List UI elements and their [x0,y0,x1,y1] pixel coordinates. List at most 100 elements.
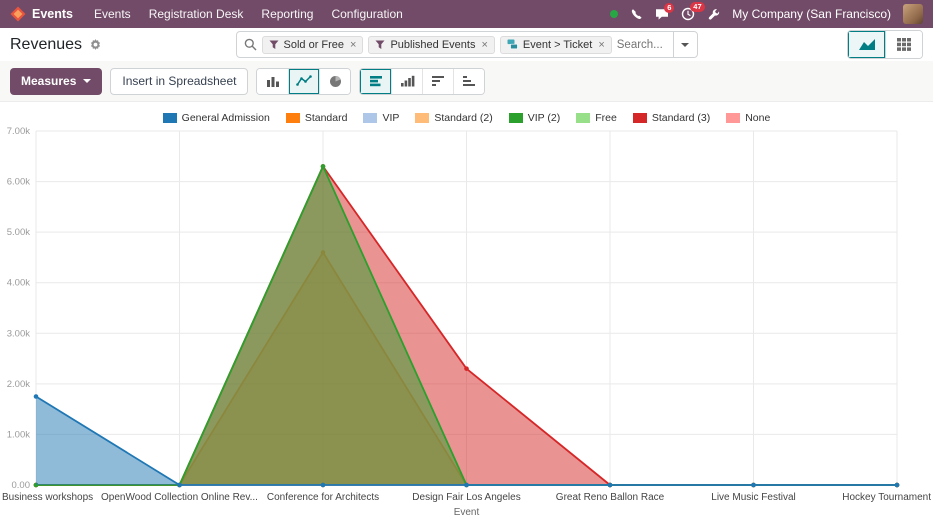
facet-label: Sold or Free [284,39,345,51]
pie-chart-icon [329,75,342,88]
y-axis-tick: 2.00k [7,379,30,390]
group-by-icon [507,39,518,50]
facet-remove-icon[interactable]: × [350,39,356,51]
pivot-view-button[interactable] [885,31,922,58]
legend-label: Free [595,112,617,124]
legend-item[interactable]: None [726,112,770,124]
legend-label: General Admission [182,112,270,124]
search-facet-filter[interactable]: Published Events × [368,36,494,54]
legend-swatch [633,113,647,123]
data-point[interactable] [464,366,469,371]
sort-desc-icon [431,75,445,87]
chart-area: General Admission Standard VIP Standard (2)… [0,109,933,523]
menu-item-reporting[interactable]: Reporting [252,3,322,25]
events-app-icon [10,6,26,22]
measures-label: Measures [21,74,76,88]
legend-label: VIP (2) [528,112,560,124]
facet-remove-icon[interactable]: × [598,39,604,51]
insert-in-spreadsheet-button[interactable]: Insert in Spreadsheet [110,68,248,95]
sort-asc-icon [462,75,476,87]
online-status-icon [610,10,618,18]
gear-icon[interactable] [89,38,102,51]
search-bar: Sold or Free × Published Events × Event … [236,31,698,58]
x-axis-label: Design Fair Los Angeles [412,492,520,503]
legend-item[interactable]: Standard (2) [415,112,492,124]
legend-swatch [415,113,429,123]
data-point[interactable] [895,483,900,488]
pie-chart-button[interactable] [319,69,350,94]
search-facet-filter[interactable]: Sold or Free × [262,36,364,54]
cumulative-icon [400,75,415,87]
bar-chart-icon [266,75,280,87]
x-axis-title: Event [454,507,480,518]
top-menu: Events Registration Desk Reporting Confi… [85,3,412,25]
facet-remove-icon[interactable]: × [481,39,487,51]
stacked-toggle-button[interactable] [360,69,391,94]
legend-swatch [363,113,377,123]
user-avatar[interactable] [903,4,923,24]
chart-type-group [256,68,351,95]
menu-item-registration-desk[interactable]: Registration Desk [140,3,253,25]
data-point[interactable] [751,483,756,488]
legend-item[interactable]: VIP (2) [509,112,560,124]
sort-ascending-button[interactable] [453,69,484,94]
search-facet-groupby[interactable]: Event > Ticket × [500,36,612,54]
graph-view-button[interactable] [848,31,885,58]
data-point[interactable] [177,483,182,488]
legend-item[interactable]: Standard (3) [633,112,710,124]
data-point[interactable] [34,394,39,399]
y-axis-tick: 6.00k [7,177,30,188]
filter-icon [375,40,385,50]
facet-label: Event > Ticket [523,39,592,51]
legend-label: Standard [305,112,348,124]
legend-label: None [745,112,770,124]
messages-icon[interactable]: 6 [655,8,669,21]
bar-chart-button[interactable] [257,69,288,94]
stacked-icon [369,75,383,87]
line-chart-button[interactable] [288,69,319,94]
legend-label: Standard (3) [652,112,710,124]
page-title: Revenues [10,36,82,54]
filter-icon [269,40,279,50]
chevron-down-icon [681,43,689,47]
wrench-icon[interactable] [707,8,720,21]
app-name: Events [32,7,73,21]
facet-label: Published Events [390,39,475,51]
control-panel: Revenues Sold or Free × Published Events… [0,28,933,61]
legend-item[interactable]: VIP [363,112,399,124]
data-point[interactable] [321,483,326,488]
search-input[interactable] [617,39,668,51]
chart-legend: General Admission Standard VIP Standard (2)… [0,109,933,127]
legend-swatch [286,113,300,123]
top-navbar: Events Events Registration Desk Reportin… [0,0,933,28]
phone-icon[interactable] [630,8,643,21]
messages-badge: 6 [664,3,674,13]
app-menu-button[interactable]: Events [10,6,73,22]
x-axis-label: OpenWood Collection Online Rev... [101,492,258,503]
y-axis-tick: 1.00k [7,429,30,440]
graph-toolbar: Measures Insert in Spreadsheet [0,61,933,102]
company-name[interactable]: My Company (San Francisco) [732,7,891,21]
x-axis-label: Conference for Architects [267,492,379,503]
data-point[interactable] [321,164,326,169]
measures-button[interactable]: Measures [10,68,102,95]
menu-item-configuration[interactable]: Configuration [322,3,411,25]
legend-item[interactable]: Free [576,112,617,124]
activities-clock-icon[interactable]: 47 [681,7,695,21]
menu-item-events[interactable]: Events [85,3,140,25]
legend-swatch [726,113,740,123]
cumulative-toggle-button[interactable] [391,69,422,94]
legend-item[interactable]: Standard [286,112,348,124]
area-chart-icon [858,38,876,51]
legend-item[interactable]: General Admission [163,112,270,124]
y-axis-tick: 3.00k [7,328,30,339]
data-point[interactable] [464,483,469,488]
view-switcher [847,30,923,59]
legend-label: Standard (2) [434,112,492,124]
data-point[interactable] [608,483,613,488]
x-axis-label: Live Music Festival [711,492,795,503]
sort-descending-button[interactable] [422,69,453,94]
y-axis-tick: 0.00 [12,480,31,491]
y-axis-tick: 4.00k [7,278,30,289]
search-dropdown-toggle[interactable] [673,32,697,57]
